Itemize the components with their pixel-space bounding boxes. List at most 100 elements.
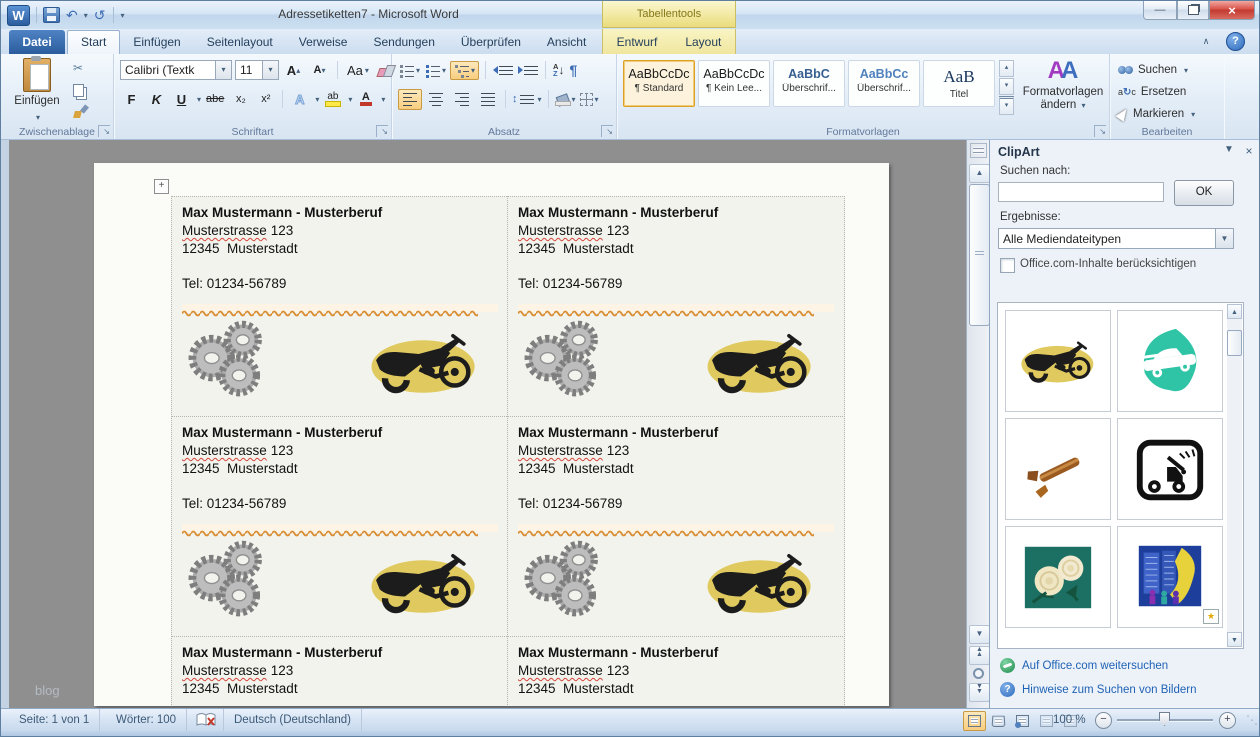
italic-button[interactable]: K xyxy=(145,88,168,111)
replace-button[interactable]: a↻c Ersetzen xyxy=(1118,82,1186,102)
table-move-handle-icon[interactable]: + xyxy=(154,179,169,194)
tab-seitenlayout[interactable]: Seitenlayout xyxy=(194,30,286,54)
media-type-dropdown[interactable]: Alle Mediendateitypen ▼ xyxy=(998,228,1234,249)
minimize-button[interactable]: — xyxy=(1143,1,1177,20)
clipart-thumb-wrench[interactable] xyxy=(1005,418,1111,520)
underline-button[interactable]: U xyxy=(170,88,193,111)
change-case-button[interactable]: Aa▾ xyxy=(344,59,372,82)
label-cell[interactable]: Max Mustermann - Musterberuf Musterstras… xyxy=(507,416,845,649)
motorcycle-clipart[interactable] xyxy=(364,544,484,620)
word-count[interactable]: Wörter: 100 xyxy=(106,709,187,731)
previous-page-icon[interactable]: ▲▲ xyxy=(969,646,990,665)
print-layout-view-button[interactable] xyxy=(963,711,986,731)
font-name-dropdown-icon[interactable]: ▾ xyxy=(215,61,231,79)
tab-datei[interactable]: Datei xyxy=(9,30,65,54)
select-button[interactable]: Markieren ▾ xyxy=(1118,104,1195,124)
grow-font-button[interactable]: A▴ xyxy=(282,59,305,82)
align-left-button[interactable] xyxy=(398,89,422,110)
style-standard[interactable]: AaBbCcDc ¶ Standard xyxy=(623,60,695,107)
gallery-more-icon[interactable]: ▾ xyxy=(999,96,1014,115)
font-size-combo[interactable]: 11 ▾ xyxy=(235,60,279,80)
tab-start[interactable]: Start xyxy=(67,30,120,54)
clipart-thumb-car-service[interactable] xyxy=(1117,310,1223,412)
show-paragraph-marks-button[interactable]: ¶ xyxy=(568,61,578,79)
motorcycle-clipart[interactable] xyxy=(364,324,484,400)
gears-clipart[interactable] xyxy=(520,538,612,620)
gears-clipart[interactable] xyxy=(520,318,612,400)
media-type-dropdown-icon[interactable]: ▼ xyxy=(1215,229,1233,248)
borders-button[interactable]: ▾ xyxy=(579,92,600,107)
maximize-button[interactable] xyxy=(1177,1,1209,20)
label-cell[interactable]: Max Mustermann - Musterberuf Musterstras… xyxy=(171,196,509,429)
strikethrough-button[interactable]: abe xyxy=(203,88,227,111)
language-indicator[interactable]: Deutsch (Deutschland) xyxy=(223,709,362,731)
dialog-launcher-icon[interactable]: ↘ xyxy=(376,125,388,137)
underline-dropdown-icon[interactable]: ▾ xyxy=(197,95,201,104)
zoom-level[interactable]: 100 % xyxy=(1053,709,1086,731)
scrollbar-thumb[interactable] xyxy=(969,184,990,326)
align-center-button[interactable] xyxy=(424,89,448,110)
resize-grip-icon[interactable]: ⋱ xyxy=(1246,713,1258,727)
clipart-thumb-city-scene[interactable]: ★ xyxy=(1117,526,1223,628)
paste-button[interactable]: Einfügen ▾ xyxy=(11,58,63,124)
highlight-button[interactable]: ab xyxy=(321,88,344,111)
clipart-thumb-roses[interactable] xyxy=(1005,526,1111,628)
label-cell[interactable]: Max Mustermann - Musterberuf Musterstras… xyxy=(507,196,845,429)
clipart-thumb-tow-truck[interactable] xyxy=(1117,418,1223,520)
pane-menu-icon[interactable]: ▼ xyxy=(1221,144,1237,155)
tab-sendungen[interactable]: Sendungen xyxy=(360,30,447,54)
tab-verweise[interactable]: Verweise xyxy=(286,30,361,54)
label-cell[interactable]: Max Mustermann - Musterberuf Musterstras… xyxy=(171,636,509,706)
label-cell[interactable]: Max Mustermann - Musterberuf Musterstras… xyxy=(171,416,509,649)
next-page-icon[interactable]: ▼▼ xyxy=(969,683,990,702)
increase-indent-button[interactable] xyxy=(517,65,539,76)
minimize-ribbon-button[interactable]: ∧ xyxy=(1195,33,1217,51)
pane-close-icon[interactable]: × xyxy=(1241,144,1257,158)
text-effects-button[interactable]: A xyxy=(288,88,311,111)
link-office-search[interactable]: Auf Office.com weitersuchen xyxy=(1000,658,1168,673)
font-color-button[interactable]: A xyxy=(354,88,377,111)
find-button[interactable]: Suchen ▾ xyxy=(1118,60,1188,80)
sort-button[interactable]: AZ↓ xyxy=(552,62,565,78)
link-image-hints[interactable]: ? Hinweise zum Suchen von Bildern xyxy=(1000,682,1197,697)
search-input[interactable] xyxy=(998,182,1164,202)
line-spacing-button[interactable]: ↕▾ xyxy=(511,92,543,106)
change-styles-button[interactable]: AA Formatvorlagen ändern ▾ xyxy=(1021,58,1105,124)
tab-layout[interactable]: Layout xyxy=(672,30,734,54)
results-scroll-down-icon[interactable]: ▼ xyxy=(1227,632,1242,647)
select-browse-object-icon[interactable] xyxy=(973,668,984,679)
cut-button[interactable]: ✂ xyxy=(73,59,103,77)
numbering-button[interactable]: ▾ xyxy=(424,63,447,78)
paste-dropdown-icon[interactable]: ▾ xyxy=(36,113,40,122)
style-kein-leerraum[interactable]: AaBbCcDc ¶ Kein Lee... xyxy=(698,60,770,107)
ruler-toggle-icon[interactable] xyxy=(970,143,987,158)
motorcycle-clipart[interactable] xyxy=(700,324,820,400)
multilevel-list-button[interactable]: ▾ xyxy=(450,61,479,80)
style-ueberschrift-1[interactable]: AaBbC Überschrif... xyxy=(773,60,845,107)
zoom-slider-thumb[interactable] xyxy=(1159,712,1170,726)
page-indicator[interactable]: Seite: 1 von 1 xyxy=(9,709,100,731)
dialog-launcher-icon[interactable]: ↘ xyxy=(98,125,110,137)
justify-button[interactable] xyxy=(476,89,500,110)
ok-button[interactable]: OK xyxy=(1174,180,1234,206)
highlight-dropdown-icon[interactable]: ▾ xyxy=(348,95,352,104)
scroll-down-icon[interactable]: ▼ xyxy=(969,625,990,644)
font-size-dropdown-icon[interactable]: ▾ xyxy=(262,61,278,79)
results-scroll-thumb[interactable] xyxy=(1227,330,1242,356)
subscript-button[interactable]: x₂ xyxy=(229,88,252,111)
zoom-out-button[interactable]: − xyxy=(1095,712,1112,729)
results-scroll-up-icon[interactable]: ▲ xyxy=(1227,304,1242,319)
clipart-thumb-motorcycle[interactable] xyxy=(1005,310,1111,412)
dialog-launcher-icon[interactable]: ↘ xyxy=(601,125,613,137)
tab-einfuegen[interactable]: Einfügen xyxy=(120,30,193,54)
style-ueberschrift-2[interactable]: AaBbCc Überschrif... xyxy=(848,60,920,107)
font-name-combo[interactable]: Calibri (Textk ▾ xyxy=(120,60,232,80)
spellcheck-icon[interactable] xyxy=(196,712,216,728)
gallery-scroll-up-icon[interactable]: ▴ xyxy=(999,60,1014,77)
tab-entwurf[interactable]: Entwurf xyxy=(604,30,671,54)
superscript-button[interactable]: x² xyxy=(254,88,277,111)
dialog-launcher-icon[interactable]: ↘ xyxy=(1094,125,1106,137)
motorcycle-clipart[interactable] xyxy=(700,544,820,620)
help-button[interactable]: ? xyxy=(1226,32,1245,51)
font-color-dropdown-icon[interactable]: ▾ xyxy=(381,95,385,104)
